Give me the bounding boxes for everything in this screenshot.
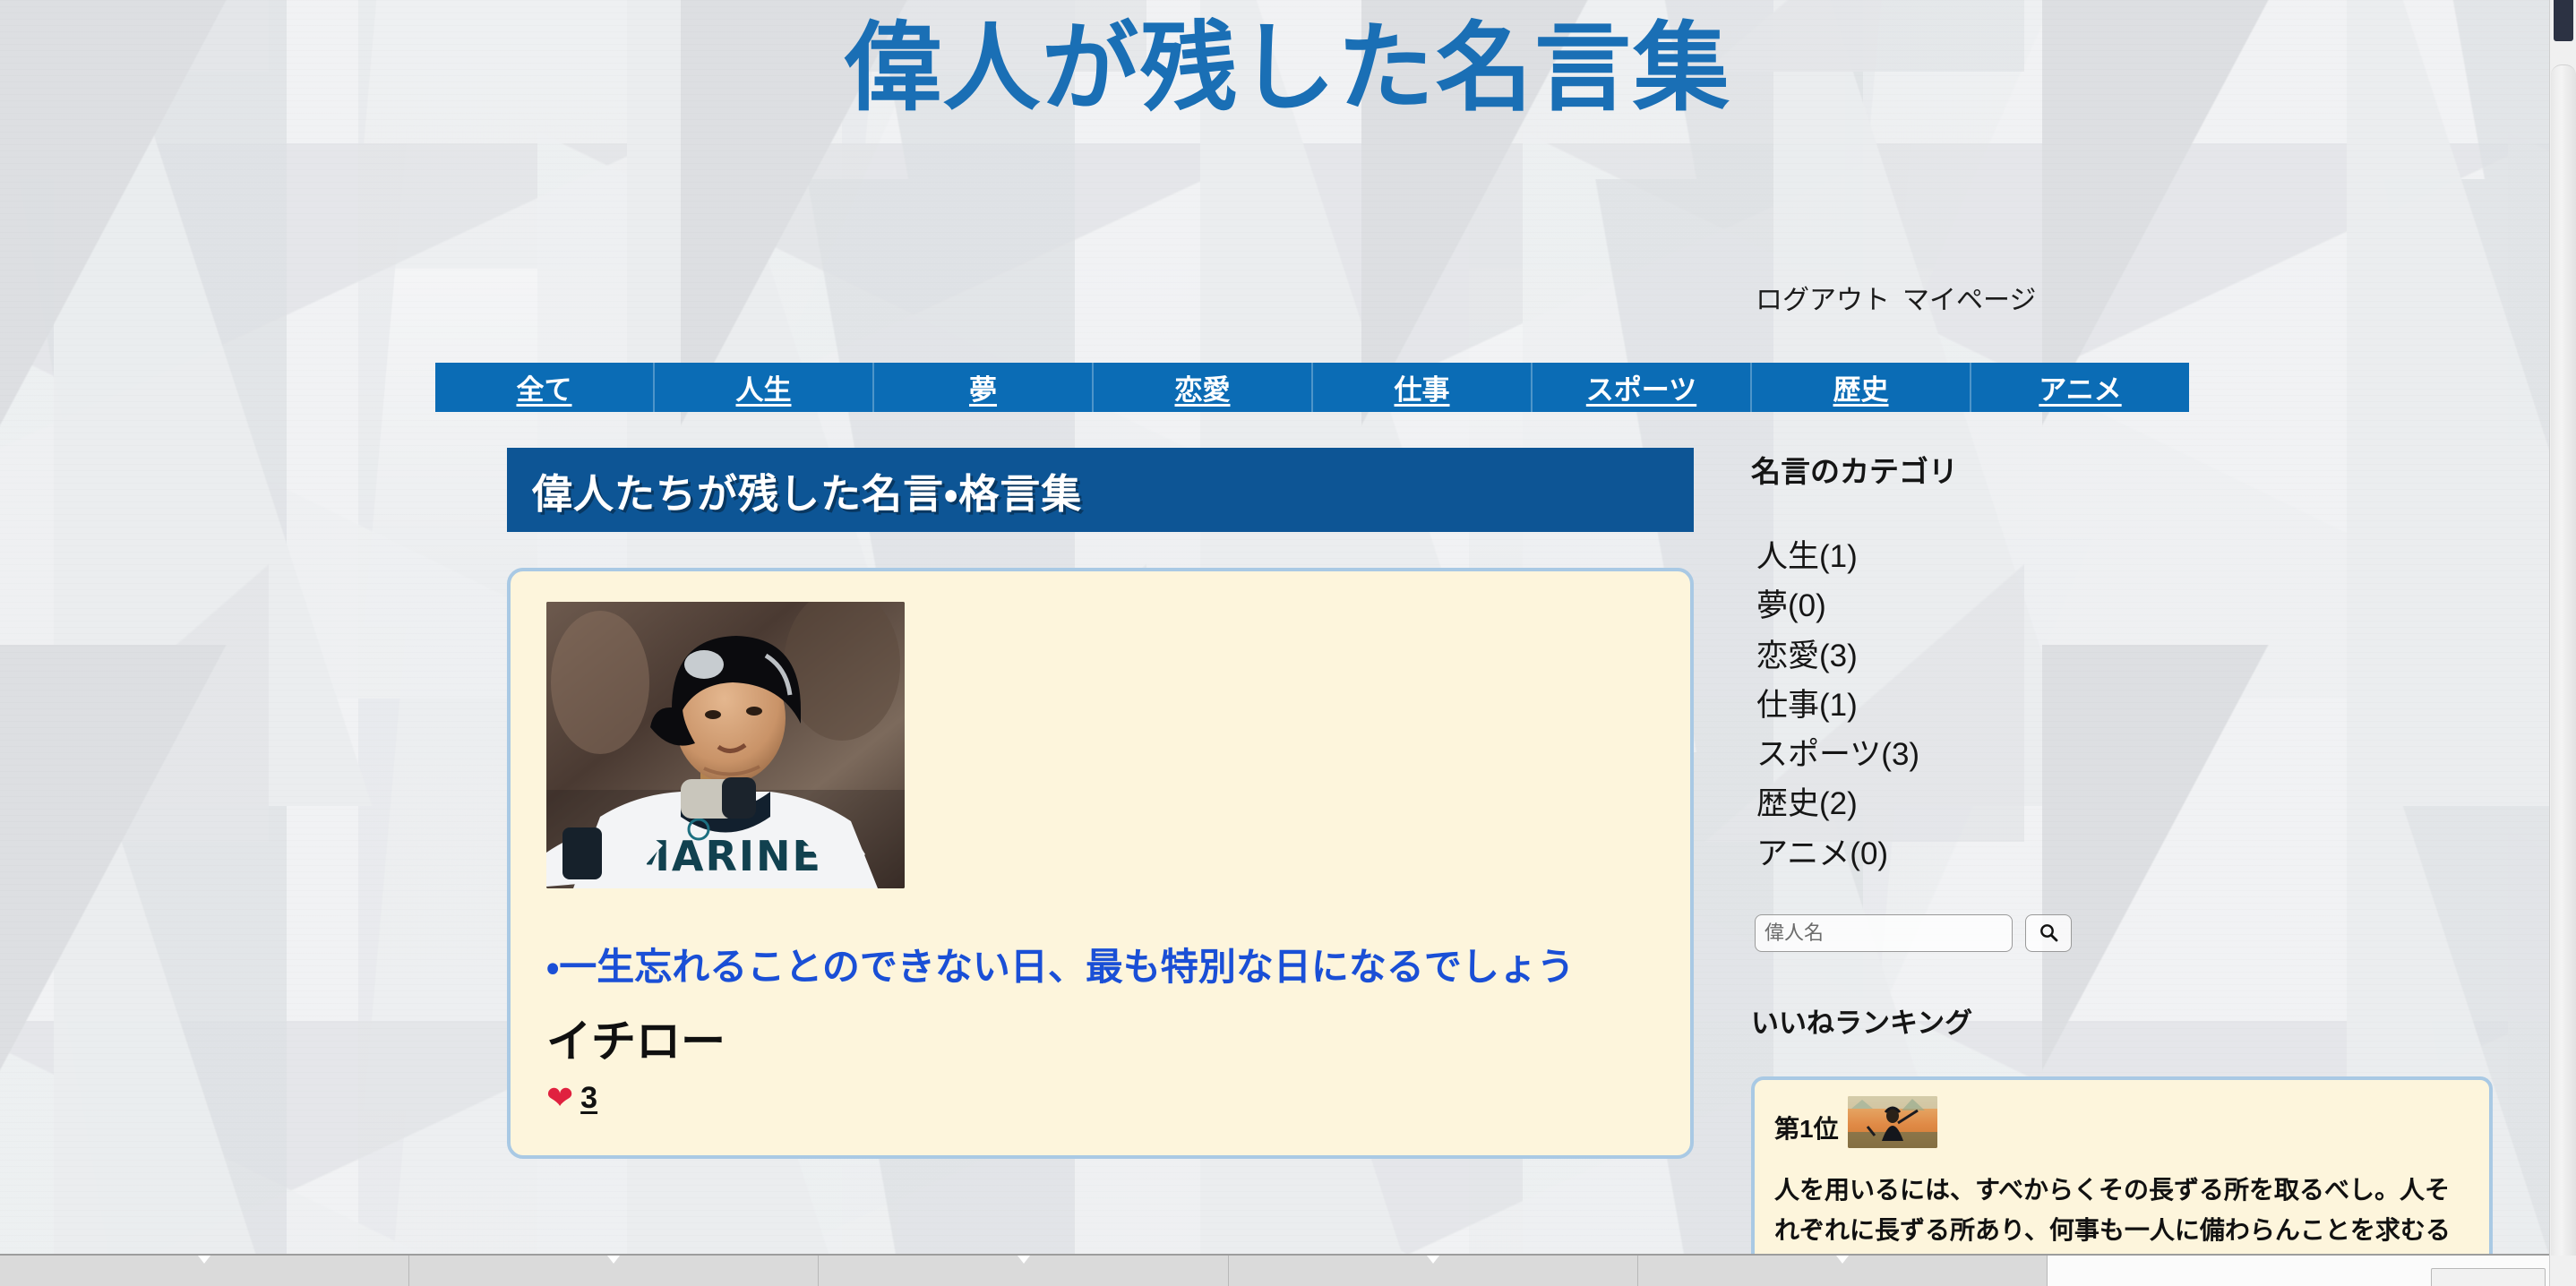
nav-item-love[interactable]: 恋愛 [1094,363,1313,412]
search-input[interactable] [1755,914,2013,953]
category-list: 人生(1) 夢(0) 恋愛(3) 仕事(1) スポーツ(3) 歴史(2) アニメ… [1751,532,2548,879]
like-count[interactable]: 3 [580,1081,597,1116]
vertical-scrollbar[interactable] [2549,0,2576,1286]
nav-item-sports[interactable]: スポーツ [1533,363,1752,412]
ranking-card-head: 第1位 [1774,1096,2469,1149]
page-title: 偉人たちが残した名言・格言集 [532,470,1083,517]
category-item-life[interactable]: 人生(1) [1756,532,2548,581]
search-icon [2038,922,2059,946]
heart-icon[interactable]: ❤ [546,1082,573,1114]
nav-item-history[interactable]: 歴史 [1752,363,1971,412]
bottom-tab[interactable] [1229,1256,1638,1286]
nav-item-all[interactable]: 全て [435,363,655,412]
nav-item-anime[interactable]: アニメ [1971,363,2189,412]
browser-bottom-bar [0,1254,2576,1286]
rank-label: 第1位 [1774,1115,1839,1144]
scrollbar-thumb[interactable] [2554,0,2573,41]
mypage-link[interactable]: マイページ [1902,286,2036,315]
sidebar: 名言のカテゴリ 人生(1) 夢(0) 恋愛(3) 仕事(1) スポーツ(3) 歴… [1751,448,2548,1286]
category-item-love[interactable]: 恋愛(3) [1756,631,2548,681]
category-nav: 全て 人生 夢 恋愛 仕事 スポーツ 歴史 アニメ [435,363,2189,412]
ranking-thumbnail[interactable] [1847,1096,1937,1149]
nav-item-work[interactable]: 仕事 [1313,363,1533,412]
bottom-tab[interactable] [409,1256,820,1286]
bottom-right-region [2048,1256,2576,1286]
bottom-status-box[interactable] [2431,1268,2546,1286]
main-content: 偉人たちが残した名言・格言集 MARINE ・一生忘れることのできない日、最も特… [507,448,1694,1159]
section-banner: 偉人たちが残した名言・格言集 [507,448,1694,532]
svg-text:MARINE: MARINE [629,832,822,880]
category-item-dream[interactable]: 夢(0) [1756,581,2548,630]
site-title: 偉人が残した名言集 [844,12,1731,124]
category-item-history[interactable]: 歴史(2) [1756,779,2548,828]
category-item-work[interactable]: 仕事(1) [1756,681,2548,730]
logout-link[interactable]: ログアウト [1756,286,1890,315]
quote-photo[interactable]: MARINE [546,602,905,888]
nav-item-dream[interactable]: 夢 [874,363,1094,412]
like-row: ❤ 3 [546,1081,1654,1116]
category-item-sports[interactable]: スポーツ(3) [1756,730,2548,779]
bottom-tab[interactable] [819,1256,1229,1286]
search-row [1751,914,2548,953]
quote-text[interactable]: ・一生忘れることのできない日、最も特別な日になるでしょう [546,940,1654,994]
search-button[interactable] [2025,914,2072,953]
bottom-tab[interactable] [1638,1256,2048,1286]
quote-author: イチロー [546,1016,726,1067]
scrollbar-track[interactable] [2551,64,2576,1256]
page-root: 偉人が残した名言集 ログアウト マイページ 全て 人生 夢 恋愛 仕事 スポーツ … [0,0,2576,1286]
ranking-heading: いいねランキング [1751,1007,1973,1040]
category-item-anime[interactable]: アニメ(0) [1756,829,2548,879]
quote-card[interactable]: MARINE ・一生忘れることのできない日、最も特別な日になるでしょう イチロー… [507,568,1694,1159]
account-links: ログアウト マイページ [1756,278,2036,317]
bottom-tab[interactable] [0,1256,410,1286]
category-heading: 名言のカテゴリ [1751,455,1958,488]
bottom-tab-strip [0,1256,2048,1286]
nav-item-life[interactable]: 人生 [655,363,874,412]
